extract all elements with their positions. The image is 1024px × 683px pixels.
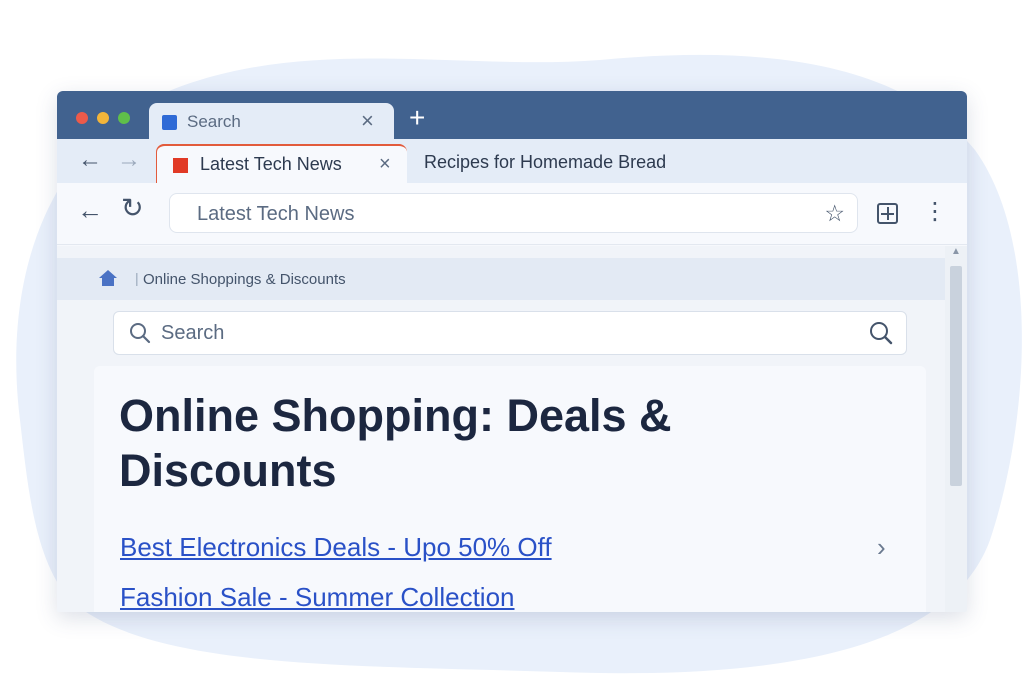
link-fashion-sale[interactable]: Fashion Sale - Summer Collection — [120, 582, 515, 612]
tab-close-icon[interactable]: × — [379, 153, 391, 176]
breadcrumb-separator: | — [135, 270, 139, 286]
scrollbar-thumb[interactable] — [950, 266, 962, 486]
close-window-button[interactable] — [76, 112, 88, 124]
chevron-right-icon[interactable]: › — [877, 532, 886, 563]
tab-favicon-icon — [173, 158, 188, 173]
address-text: Latest Tech News — [197, 203, 355, 225]
tab-label: Search — [187, 112, 241, 131]
back-button[interactable]: ← — [77, 195, 103, 226]
star-icon[interactable]: ☆ — [824, 200, 845, 227]
toolbar: ← ↻ Latest Tech News ☆ ⋮ — [57, 183, 967, 245]
tab-strip: ← → Latest Tech News × Recipes for Homem… — [57, 139, 967, 184]
address-bar[interactable]: Latest Tech News ☆ — [169, 193, 858, 233]
tab-search[interactable]: Search × — [149, 103, 394, 141]
page-content: | Online Shoppings & Discounts Search On… — [57, 246, 967, 612]
extension-icon[interactable] — [877, 203, 898, 224]
search-icon — [130, 323, 151, 344]
new-tab-button[interactable]: + — [409, 104, 425, 132]
page-title: Online Shopping: Deals & Discounts — [119, 390, 672, 496]
tab-close-icon[interactable]: × — [361, 110, 374, 132]
link-electronics-deals[interactable]: Best Electronics Deals - Upo 50% Off — [120, 532, 552, 563]
minimize-window-button[interactable] — [97, 112, 109, 124]
scroll-up-arrow-icon[interactable]: ▲ — [951, 246, 961, 257]
search-input[interactable]: Search — [113, 311, 907, 355]
browser-window: Search × + ← → Latest Tech News × Recipe… — [57, 91, 967, 612]
tab-favicon-icon — [162, 115, 177, 130]
search-icon[interactable] — [869, 321, 893, 345]
tab-latest-tech-news[interactable]: Latest Tech News × — [157, 144, 407, 184]
breadcrumb: | Online Shoppings & Discounts — [57, 258, 945, 300]
forward-arrow-icon[interactable]: → — [117, 146, 141, 174]
title-bar: Search × + — [57, 91, 967, 141]
content-card: Online Shopping: Deals & Discounts Best … — [94, 366, 926, 612]
maximize-window-button[interactable] — [118, 112, 130, 124]
search-placeholder: Search — [161, 322, 225, 344]
tab-label: Latest Tech News — [200, 154, 342, 174]
reload-button[interactable]: ↻ — [121, 193, 144, 224]
home-icon[interactable] — [97, 267, 119, 289]
tab-recipes[interactable]: Recipes for Homemade Bread — [424, 152, 666, 173]
breadcrumb-item[interactable]: Online Shoppings & Discounts — [143, 271, 346, 288]
back-arrow-icon[interactable]: ← — [78, 146, 102, 174]
kebab-menu-icon[interactable]: ⋮ — [923, 197, 947, 227]
scrollbar[interactable]: ▲ — [945, 246, 967, 612]
